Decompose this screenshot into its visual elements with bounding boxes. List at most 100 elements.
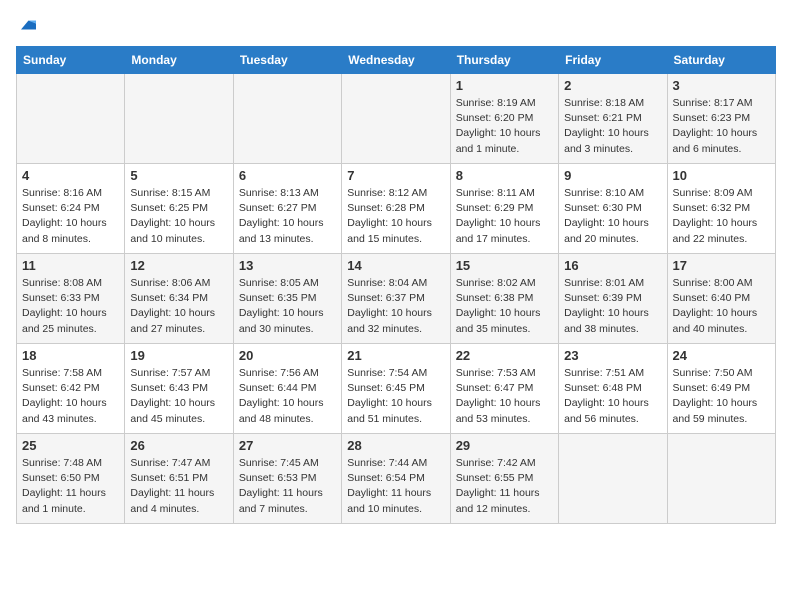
day-number: 7 xyxy=(347,168,444,183)
day-info: Sunrise: 7:45 AMSunset: 6:53 PMDaylight:… xyxy=(239,456,336,517)
week-row-1: 1 Sunrise: 8:19 AMSunset: 6:20 PMDaylight… xyxy=(17,74,776,164)
day-number: 11 xyxy=(22,258,119,273)
calendar-cell xyxy=(667,434,775,524)
calendar-cell: 7Sunrise: 8:12 AMSunset: 6:28 PMDaylight… xyxy=(342,164,450,254)
day-info: Sunrise: 7:54 AMSunset: 6:45 PMDaylight:… xyxy=(347,366,444,427)
day-info: Sunrise: 7:50 AMSunset: 6:49 PMDaylight:… xyxy=(673,366,770,427)
day-number: 5 xyxy=(130,168,227,183)
calendar-cell xyxy=(17,74,125,164)
calendar-cell: 27 Sunrise: 7:45 AMSunset: 6:53 PMDayligh… xyxy=(233,434,341,524)
calendar-cell: 21 Sunrise: 7:54 AMSunset: 6:45 PMDayligh… xyxy=(342,344,450,434)
calendar-cell: 3Sunrise: 8:17 AMSunset: 6:23 PMDaylight… xyxy=(667,74,775,164)
day-number: 10 xyxy=(673,168,770,183)
calendar-cell xyxy=(342,74,450,164)
calendar-cell: 20 Sunrise: 7:56 AMSunset: 6:44 PMDayligh… xyxy=(233,344,341,434)
day-number: 20 xyxy=(239,348,336,363)
calendar-cell: 14 Sunrise: 8:04 AMSunset: 6:37 PMDayligh… xyxy=(342,254,450,344)
day-info: Sunrise: 7:42 AMSunset: 6:55 PMDaylight:… xyxy=(456,456,553,517)
calendar-cell: 16 Sunrise: 8:01 AMSunset: 6:39 PMDayligh… xyxy=(559,254,667,344)
week-row-5: 25 Sunrise: 7:48 AMSunset: 6:50 PMDayligh… xyxy=(17,434,776,524)
day-number: 17 xyxy=(673,258,770,273)
day-info: Sunrise: 7:58 AMSunset: 6:42 PMDaylight:… xyxy=(22,366,119,427)
day-info: Sunrise: 7:47 AMSunset: 6:51 PMDaylight:… xyxy=(130,456,227,517)
day-info: Sunrise: 8:11 AMSunset: 6:29 PMDaylight:… xyxy=(456,186,553,247)
week-row-4: 18 Sunrise: 7:58 AMSunset: 6:42 PMDayligh… xyxy=(17,344,776,434)
calendar-cell: 26 Sunrise: 7:47 AMSunset: 6:51 PMDayligh… xyxy=(125,434,233,524)
calendar-cell: 24 Sunrise: 7:50 AMSunset: 6:49 PMDayligh… xyxy=(667,344,775,434)
calendar-cell xyxy=(125,74,233,164)
day-number: 16 xyxy=(564,258,661,273)
week-row-2: 4 Sunrise: 8:16 AMSunset: 6:24 PMDaylight… xyxy=(17,164,776,254)
calendar-cell: 4 Sunrise: 8:16 AMSunset: 6:24 PMDaylight… xyxy=(17,164,125,254)
weekday-saturday: Saturday xyxy=(667,47,775,74)
calendar-cell xyxy=(559,434,667,524)
day-info: Sunrise: 8:13 AMSunset: 6:27 PMDaylight:… xyxy=(239,186,336,247)
calendar-cell: 23 Sunrise: 7:51 AMSunset: 6:48 PMDayligh… xyxy=(559,344,667,434)
day-number: 8 xyxy=(456,168,553,183)
week-row-3: 11 Sunrise: 8:08 AMSunset: 6:33 PMDayligh… xyxy=(17,254,776,344)
day-number: 22 xyxy=(456,348,553,363)
day-info: Sunrise: 7:48 AMSunset: 6:50 PMDaylight:… xyxy=(22,456,119,517)
calendar-cell: 22 Sunrise: 7:53 AMSunset: 6:47 PMDayligh… xyxy=(450,344,558,434)
calendar-body: 1 Sunrise: 8:19 AMSunset: 6:20 PMDaylight… xyxy=(17,74,776,524)
day-number: 14 xyxy=(347,258,444,273)
day-number: 28 xyxy=(347,438,444,453)
calendar-cell: 2 Sunrise: 8:18 AMSunset: 6:21 PMDaylight… xyxy=(559,74,667,164)
page-header xyxy=(16,16,776,34)
calendar-table: SundayMondayTuesdayWednesdayThursdayFrid… xyxy=(16,46,776,524)
day-info: Sunrise: 7:53 AMSunset: 6:47 PMDaylight:… xyxy=(456,366,553,427)
calendar-cell: 29 Sunrise: 7:42 AMSunset: 6:55 PMDayligh… xyxy=(450,434,558,524)
calendar-cell: 9Sunrise: 8:10 AMSunset: 6:30 PMDaylight… xyxy=(559,164,667,254)
weekday-thursday: Thursday xyxy=(450,47,558,74)
weekday-header-row: SundayMondayTuesdayWednesdayThursdayFrid… xyxy=(17,47,776,74)
calendar-cell: 6 Sunrise: 8:13 AMSunset: 6:27 PMDaylight… xyxy=(233,164,341,254)
calendar-cell: 12Sunrise: 8:06 AMSunset: 6:34 PMDayligh… xyxy=(125,254,233,344)
day-number: 18 xyxy=(22,348,119,363)
day-number: 6 xyxy=(239,168,336,183)
day-info: Sunrise: 7:56 AMSunset: 6:44 PMDaylight:… xyxy=(239,366,336,427)
day-info: Sunrise: 8:05 AMSunset: 6:35 PMDaylight:… xyxy=(239,276,336,337)
day-info: Sunrise: 8:10 AMSunset: 6:30 PMDaylight:… xyxy=(564,186,661,247)
weekday-wednesday: Wednesday xyxy=(342,47,450,74)
calendar-cell: 10Sunrise: 8:09 AMSunset: 6:32 PMDayligh… xyxy=(667,164,775,254)
day-number: 1 xyxy=(456,78,553,93)
day-number: 13 xyxy=(239,258,336,273)
calendar-cell: 13 Sunrise: 8:05 AMSunset: 6:35 PMDayligh… xyxy=(233,254,341,344)
day-info: Sunrise: 8:19 AMSunset: 6:20 PMDaylight:… xyxy=(456,96,553,157)
day-info: Sunrise: 7:44 AMSunset: 6:54 PMDaylight:… xyxy=(347,456,444,517)
calendar-cell: 8 Sunrise: 8:11 AMSunset: 6:29 PMDaylight… xyxy=(450,164,558,254)
calendar-cell: 1 Sunrise: 8:19 AMSunset: 6:20 PMDaylight… xyxy=(450,74,558,164)
day-info: Sunrise: 8:01 AMSunset: 6:39 PMDaylight:… xyxy=(564,276,661,337)
day-number: 4 xyxy=(22,168,119,183)
day-info: Sunrise: 8:06 AMSunset: 6:34 PMDaylight:… xyxy=(130,276,227,337)
calendar-cell: 11 Sunrise: 8:08 AMSunset: 6:33 PMDayligh… xyxy=(17,254,125,344)
weekday-tuesday: Tuesday xyxy=(233,47,341,74)
day-number: 24 xyxy=(673,348,770,363)
day-info: Sunrise: 8:00 AMSunset: 6:40 PMDaylight:… xyxy=(673,276,770,337)
weekday-sunday: Sunday xyxy=(17,47,125,74)
day-info: Sunrise: 8:08 AMSunset: 6:33 PMDaylight:… xyxy=(22,276,119,337)
calendar-cell: 25 Sunrise: 7:48 AMSunset: 6:50 PMDayligh… xyxy=(17,434,125,524)
day-number: 2 xyxy=(564,78,661,93)
calendar-cell: 17 Sunrise: 8:00 AMSunset: 6:40 PMDayligh… xyxy=(667,254,775,344)
day-number: 25 xyxy=(22,438,119,453)
day-number: 21 xyxy=(347,348,444,363)
day-number: 26 xyxy=(130,438,227,453)
calendar-cell xyxy=(233,74,341,164)
weekday-friday: Friday xyxy=(559,47,667,74)
day-number: 19 xyxy=(130,348,227,363)
day-number: 29 xyxy=(456,438,553,453)
day-number: 3 xyxy=(673,78,770,93)
day-info: Sunrise: 8:16 AMSunset: 6:24 PMDaylight:… xyxy=(22,186,119,247)
day-info: Sunrise: 8:18 AMSunset: 6:21 PMDaylight:… xyxy=(564,96,661,157)
day-info: Sunrise: 8:04 AMSunset: 6:37 PMDaylight:… xyxy=(347,276,444,337)
day-info: Sunrise: 7:51 AMSunset: 6:48 PMDaylight:… xyxy=(564,366,661,427)
day-number: 23 xyxy=(564,348,661,363)
logo-icon xyxy=(18,16,36,34)
day-number: 27 xyxy=(239,438,336,453)
calendar-cell: 5Sunrise: 8:15 AMSunset: 6:25 PMDaylight… xyxy=(125,164,233,254)
weekday-monday: Monday xyxy=(125,47,233,74)
calendar-cell: 18 Sunrise: 7:58 AMSunset: 6:42 PMDayligh… xyxy=(17,344,125,434)
day-info: Sunrise: 8:02 AMSunset: 6:38 PMDaylight:… xyxy=(456,276,553,337)
calendar-cell: 15Sunrise: 8:02 AMSunset: 6:38 PMDayligh… xyxy=(450,254,558,344)
